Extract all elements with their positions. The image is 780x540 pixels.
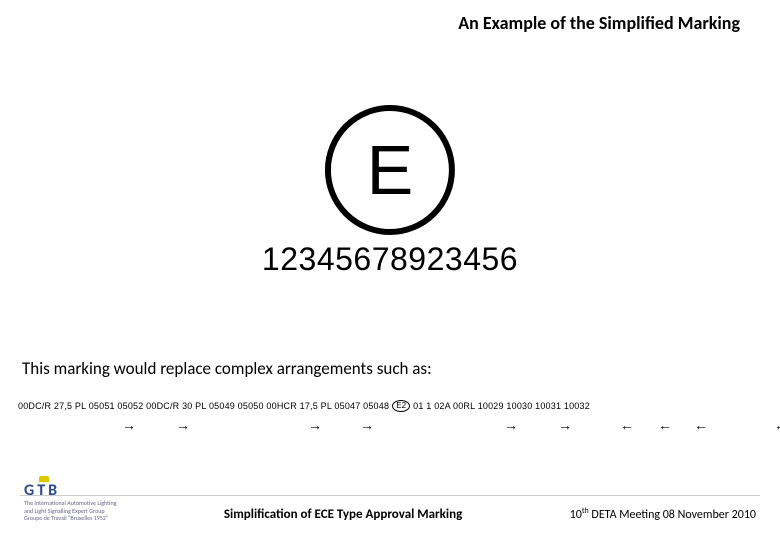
gtb-sub-2: and Light Signalling Expert Group xyxy=(24,508,116,515)
arrow-icon: ← xyxy=(620,418,634,432)
gtb-logo: GTB The International Automotive Lightin… xyxy=(24,482,116,522)
complex-left: 00DC/R 27,5 PL 05051 05052 00DC/R 30 PL … xyxy=(18,401,389,411)
arrow-icon: → xyxy=(308,418,322,432)
footer-right-rest: DETA Meeting 08 November 2010 xyxy=(589,508,756,522)
e2-badge: E2 xyxy=(392,400,410,412)
arrow-icon: → xyxy=(122,418,136,432)
arrow-icon: → xyxy=(176,418,190,432)
arrow-icon: ← xyxy=(774,418,780,432)
arrow-icon: → xyxy=(504,418,518,432)
arrow-icon: → xyxy=(360,418,374,432)
e-mark-number: 12345678923456 xyxy=(262,241,518,278)
complex-right: 01 1 02A 00RL 10029 10030 10031 10032 xyxy=(413,401,590,411)
footer: GTB The International Automotive Lightin… xyxy=(0,482,780,522)
footer-right-prefix: 10 xyxy=(570,508,582,522)
gtb-sub-1: The International Automotive Lighting xyxy=(24,500,116,507)
simplified-marking: E 12345678923456 xyxy=(262,105,518,278)
slide-title: An Example of the Simplified Marking xyxy=(458,12,740,34)
footer-right-sup: th xyxy=(582,506,589,516)
replace-caption: This marking would replace complex arran… xyxy=(22,358,432,379)
arrow-icon: → xyxy=(558,418,572,432)
gtb-logo-text: GTB xyxy=(24,482,116,500)
e-mark-letter: E xyxy=(367,135,414,205)
arrow-icon: ← xyxy=(694,418,708,432)
gtb-sub-3: Groupe de Travail "Bruxelles 1952" xyxy=(24,515,116,522)
footer-center: Simplification of ECE Type Approval Mark… xyxy=(116,507,569,522)
complex-row-text: 00DC/R 27,5 PL 05051 05052 00DC/R 30 PL … xyxy=(18,400,762,412)
complex-arrows: →→→→→→←←←←←← xyxy=(18,418,762,432)
e-mark-circle: E xyxy=(325,105,455,235)
complex-marking: 00DC/R 27,5 PL 05051 05052 00DC/R 30 PL … xyxy=(18,400,762,432)
arrow-icon: ← xyxy=(658,418,672,432)
footer-right: 10th DETA Meeting 08 November 2010 xyxy=(570,506,756,522)
